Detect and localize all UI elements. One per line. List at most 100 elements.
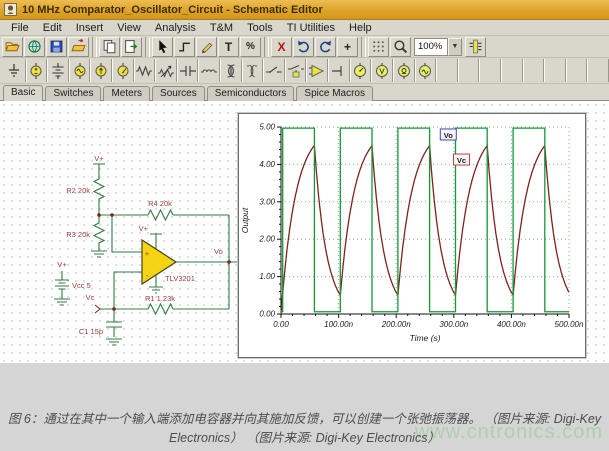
x-tick-label: 400.00n bbox=[497, 320, 526, 329]
battery-label: Vcc 5 bbox=[72, 281, 91, 290]
x-tick-label: 200.00n bbox=[381, 320, 411, 329]
menu-ti-utilities[interactable]: TI Utilities bbox=[280, 22, 342, 34]
save-button[interactable] bbox=[46, 37, 67, 57]
component-transformer-button[interactable] bbox=[220, 59, 242, 82]
r4-label: R4 20k bbox=[148, 199, 172, 208]
vo-label: Vo bbox=[214, 247, 223, 256]
vo-legend-label: Vo bbox=[440, 129, 456, 140]
delete-button[interactable]: X bbox=[271, 37, 292, 57]
point-tool-button[interactable]: + bbox=[337, 37, 358, 57]
component-battery-button[interactable] bbox=[47, 59, 69, 82]
x-tick-label: 300.00n bbox=[439, 320, 468, 329]
menu-tools[interactable]: Tools bbox=[240, 22, 280, 34]
tab-meters[interactable]: Meters bbox=[103, 86, 150, 101]
tab-sources[interactable]: Sources bbox=[152, 86, 205, 101]
component-ammeter-button[interactable] bbox=[350, 59, 372, 82]
text-tool-icon: T bbox=[225, 41, 232, 53]
component-voltage-generator-button[interactable] bbox=[69, 59, 91, 82]
main-toolbar: T % X + 100% ▼ bbox=[0, 36, 609, 58]
component-toolbar bbox=[0, 58, 609, 84]
component-ohmmeter-button[interactable] bbox=[393, 59, 415, 82]
component-relay-button[interactable] bbox=[285, 59, 307, 82]
voltmeter-icon bbox=[373, 62, 391, 80]
component-capacitor-button[interactable] bbox=[177, 59, 199, 82]
component-current-generator-button[interactable] bbox=[90, 59, 112, 82]
open-file-button[interactable] bbox=[2, 37, 23, 57]
inductor-icon bbox=[200, 62, 218, 80]
opamp-icon bbox=[308, 62, 326, 80]
potentiometer-icon bbox=[157, 62, 175, 80]
component-inductor-button[interactable] bbox=[198, 59, 220, 82]
tab-spice-macros[interactable]: Spice Macros bbox=[296, 86, 373, 101]
label-tool-button[interactable]: % bbox=[240, 37, 261, 57]
capacitor-c1 bbox=[106, 309, 122, 345]
menu-view[interactable]: View bbox=[110, 22, 148, 34]
paste-button[interactable] bbox=[121, 37, 142, 57]
title-bar[interactable]: 10 MHz Comparator_Oscillator_Circuit - S… bbox=[0, 0, 609, 20]
waveform-panel: 0.00100.00n200.00n300.00n400.00n500.00n0… bbox=[238, 113, 586, 358]
r2-label: R2 20k bbox=[66, 186, 90, 195]
battery-symbol bbox=[54, 271, 70, 305]
interactive-mode-button[interactable] bbox=[465, 37, 486, 57]
component-voltage-source-button[interactable] bbox=[26, 59, 48, 82]
menu-help[interactable]: Help bbox=[342, 22, 379, 34]
y-axis-title: Output bbox=[240, 207, 250, 233]
zoom-level-value: 100% bbox=[414, 38, 448, 56]
component-opamp-button[interactable] bbox=[306, 59, 328, 82]
chevron-down-icon[interactable]: ▼ bbox=[448, 38, 462, 56]
reload-button[interactable] bbox=[24, 37, 45, 57]
schematic-canvas[interactable]: + - V+ R2 20k R3 20k R4 20k V+ TLV3201 V… bbox=[0, 101, 609, 363]
resistor-r2 bbox=[94, 177, 104, 201]
component-meter-button[interactable] bbox=[112, 59, 134, 82]
component-coupled-inductor-button[interactable] bbox=[242, 59, 264, 82]
select-tool-button[interactable] bbox=[152, 37, 173, 57]
folder-export-icon bbox=[71, 39, 86, 54]
battery-icon bbox=[49, 62, 67, 80]
tab-switches[interactable]: Switches bbox=[45, 86, 101, 101]
menu-analysis[interactable]: Analysis bbox=[148, 22, 203, 34]
opamp-plus-input-label: + bbox=[145, 249, 150, 258]
app-icon bbox=[4, 3, 17, 16]
zoom-level-select[interactable]: 100% ▼ bbox=[414, 38, 462, 56]
tab-semiconductors[interactable]: Semiconductors bbox=[207, 86, 295, 101]
waveform-chart: 0.00100.00n200.00n300.00n400.00n500.00n0… bbox=[239, 114, 585, 357]
window-title: 10 MHz Comparator_Oscillator_Circuit - S… bbox=[22, 4, 323, 16]
component-terminator-button[interactable] bbox=[328, 59, 350, 82]
undo-button[interactable] bbox=[293, 37, 314, 57]
ohmmeter-icon bbox=[395, 62, 413, 80]
toolbar-separator bbox=[361, 37, 366, 57]
component-potentiometer-button[interactable] bbox=[155, 59, 177, 82]
component-voltmeter-button[interactable] bbox=[371, 59, 393, 82]
toolbar-separator bbox=[145, 37, 150, 57]
menu-t-m[interactable]: T&M bbox=[203, 22, 240, 34]
component-empty-slot bbox=[436, 59, 458, 82]
zoom-button[interactable] bbox=[390, 37, 411, 57]
grid-toggle-button[interactable] bbox=[368, 37, 389, 57]
component-oscilloscope-button[interactable] bbox=[415, 59, 437, 82]
chart-grid bbox=[281, 127, 569, 314]
component-ground-button[interactable] bbox=[4, 59, 26, 82]
draw-tool-button[interactable] bbox=[196, 37, 217, 57]
wire-tool-button[interactable] bbox=[174, 37, 195, 57]
tab-basic[interactable]: Basic bbox=[3, 85, 43, 101]
y-tick-label: 0.00 bbox=[259, 310, 275, 319]
ammeter-icon bbox=[351, 62, 369, 80]
menu-edit[interactable]: Edit bbox=[36, 22, 69, 34]
vc-connector-icon bbox=[95, 305, 100, 313]
text-tool-button[interactable]: T bbox=[218, 37, 239, 57]
opamp-vplus-label: V+ bbox=[139, 224, 149, 233]
redo-button[interactable] bbox=[315, 37, 336, 57]
save-disk-icon bbox=[49, 39, 64, 54]
menu-insert[interactable]: Insert bbox=[69, 22, 111, 34]
vplus-top-label: V+ bbox=[94, 154, 104, 163]
export-button[interactable] bbox=[68, 37, 89, 57]
vc-label: Vc bbox=[86, 293, 95, 302]
menu-file[interactable]: File bbox=[4, 22, 36, 34]
relay-icon bbox=[287, 62, 305, 80]
copy-button[interactable] bbox=[99, 37, 120, 57]
schematic-drawing[interactable]: + - V+ R2 20k R3 20k R4 20k V+ TLV3201 V… bbox=[24, 137, 249, 355]
component-switch-button[interactable] bbox=[263, 59, 285, 82]
cursor-icon bbox=[155, 39, 170, 54]
component-resistor-button[interactable] bbox=[134, 59, 156, 82]
transformer-icon bbox=[222, 62, 240, 80]
